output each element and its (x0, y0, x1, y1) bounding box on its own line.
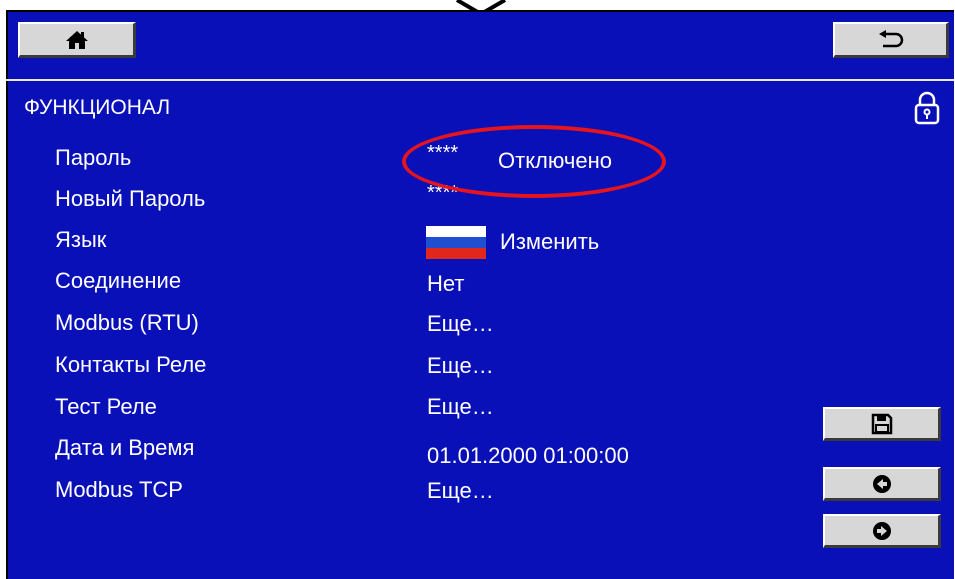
row-label-new-password: Новый Пароль (55, 186, 206, 211)
connection-value[interactable]: Нет (427, 271, 464, 297)
next-button[interactable] (823, 514, 941, 548)
page-title: ФУНКЦИОНАЛ (24, 96, 171, 119)
row-label-connection: Соединение (55, 268, 182, 293)
device-screen: ФУНКЦИОНАЛ Пароль Новый Пароль Язык Соед… (0, 0, 955, 579)
padlock-icon[interactable] (912, 90, 942, 131)
floppy-disk-icon (871, 413, 893, 435)
arrow-left-circle-icon (872, 474, 892, 494)
new-password-value[interactable]: **** (427, 180, 458, 206)
password-value[interactable]: **** (427, 140, 458, 166)
back-button[interactable] (833, 22, 949, 58)
previous-button[interactable] (823, 467, 941, 501)
relay-test-more-link[interactable]: Еще… (427, 394, 494, 420)
row-label-password: Пароль (55, 145, 132, 170)
row-label-date-time: Дата и Время (55, 435, 195, 460)
date-time-value[interactable]: 01.01.2000 01:00:00 (427, 443, 629, 469)
row-label-modbus-tcp: Modbus TCP (55, 477, 183, 502)
row-label-relay-contacts: Контакты Реле (55, 352, 207, 377)
return-arrow-icon (877, 29, 905, 50)
home-icon (65, 29, 89, 51)
row-label-language: Язык (55, 227, 107, 252)
home-button[interactable] (18, 22, 136, 58)
row-label-modbus-rtu: Modbus (RTU) (55, 310, 199, 335)
modbus-tcp-more-link[interactable]: Еще… (427, 478, 494, 504)
header-divider (6, 79, 954, 81)
language-change-link[interactable]: Изменить (500, 229, 599, 255)
save-button[interactable] (823, 407, 941, 441)
relay-contacts-more-link[interactable]: Еще… (427, 353, 494, 379)
password-status[interactable]: Отключено (498, 148, 612, 174)
arrow-right-circle-icon (872, 521, 892, 541)
row-label-relay-test: Тест Реле (55, 394, 157, 419)
russia-flag-icon[interactable] (426, 226, 486, 259)
modbus-rtu-more-link[interactable]: Еще… (427, 311, 494, 337)
